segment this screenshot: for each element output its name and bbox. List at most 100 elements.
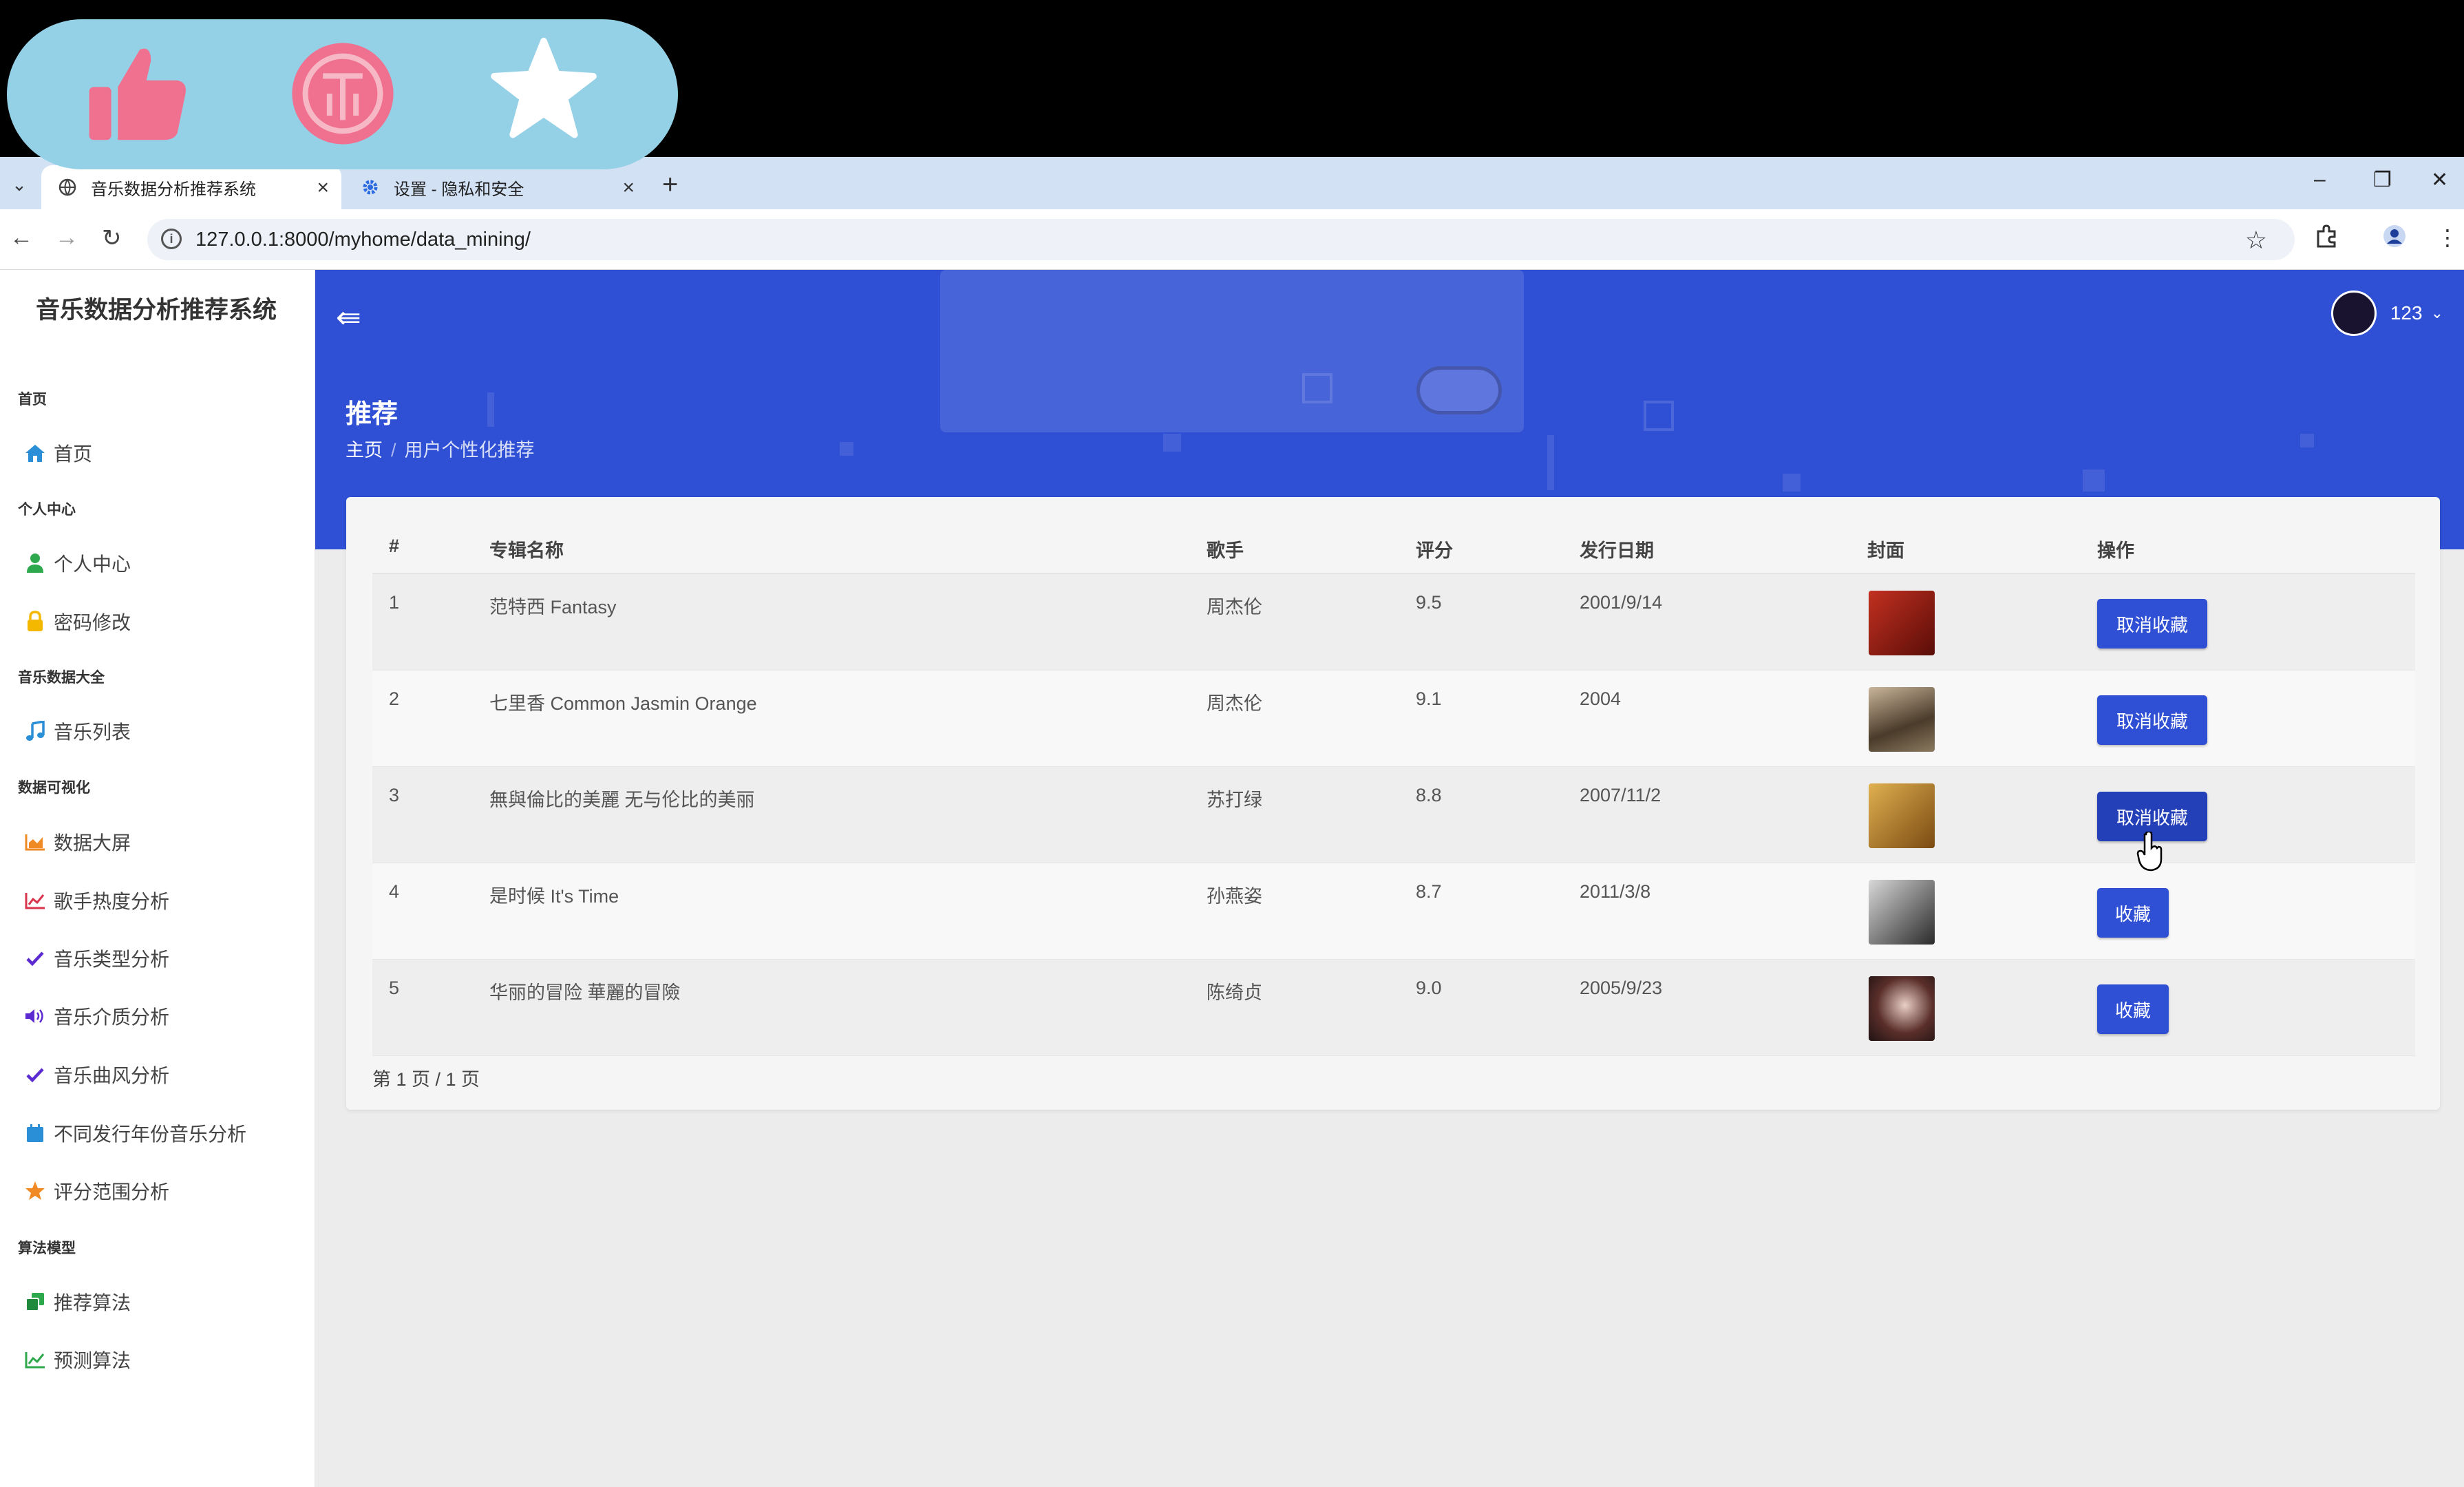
sidebar-item-label: 预测算法 — [54, 1350, 131, 1371]
sidebar-item-label: 音乐类型分析 — [54, 949, 170, 970]
sidebar-item-label: 个人中心 — [54, 553, 131, 575]
cell-score: 8.8 — [1416, 785, 1442, 805]
col-date: 发行日期 — [1580, 540, 1654, 561]
sidebar-item-release-year[interactable]: 不同发行年份音乐分析 — [22, 1116, 246, 1150]
section-algorithm: 算法模型 — [18, 1241, 76, 1256]
col-action: 操作 — [2097, 540, 2134, 561]
minimize-button[interactable]: – — [2314, 168, 2326, 191]
sidebar-item-label: 音乐列表 — [54, 721, 131, 743]
avatar — [2330, 291, 2377, 336]
sidebar-item-profile[interactable]: 个人中心 — [22, 546, 131, 580]
clone-icon — [22, 1290, 48, 1314]
hand-cursor-icon — [2136, 832, 2163, 872]
col-index: # — [389, 536, 400, 556]
music-icon — [22, 719, 48, 743]
album-cover — [1869, 976, 1935, 1041]
sidebar: 音乐数据分析推荐系统 首页 首页 个人中心 个人中心 密码修改 音乐数据大全 音… — [0, 270, 315, 1487]
cell-date: 2001/9/14 — [1580, 592, 1663, 613]
sidebar-item-label: 密码修改 — [54, 612, 131, 633]
cell-score: 9.1 — [1416, 688, 1442, 709]
address-bar[interactable]: i 127.0.0.1:8000/myhome/data_mining/ ☆ — [147, 219, 2295, 260]
sidebar-item-music-list[interactable]: 音乐列表 — [22, 714, 131, 748]
breadcrumb-home[interactable]: 主页 — [346, 440, 383, 461]
extensions-icon[interactable] — [2315, 224, 2339, 253]
col-cover: 封面 — [1867, 540, 1904, 561]
uncollect-button[interactable]: 取消收藏 — [2097, 695, 2207, 745]
line-chart-icon — [22, 889, 48, 912]
profile-icon[interactable] — [2383, 224, 2406, 253]
user-menu[interactable]: 123 ⌄ — [2330, 291, 2443, 336]
table-row: 1 范特西 Fantasy 周杰伦 9.5 2001/9/14 取消收藏 — [372, 574, 2415, 671]
star-icon — [22, 1179, 48, 1203]
sidebar-item-predict-algo[interactable]: 预测算法 — [22, 1342, 131, 1377]
reload-icon[interactable]: ↻ — [102, 224, 122, 252]
collect-button[interactable]: 收藏 — [2097, 888, 2169, 938]
tab-music-system[interactable]: 音乐数据分析推荐系统 × — [41, 165, 341, 209]
section-visualization: 数据可视化 — [18, 780, 90, 796]
tab-search-button[interactable]: ⌄ — [4, 169, 34, 200]
close-tab-icon[interactable]: × — [622, 176, 635, 200]
chevron-down-icon: ⌄ — [2430, 304, 2443, 321]
back-icon[interactable]: ← — [10, 224, 33, 251]
uncollect-button[interactable]: 取消收藏 — [2097, 599, 2207, 648]
site-info-icon[interactable]: i — [161, 229, 182, 249]
recommend-card: # 专辑名称 歌手 评分 发行日期 封面 操作 1 范特西 Fantasy 周杰… — [346, 497, 2440, 1110]
cell-index: 4 — [389, 881, 400, 902]
url-text[interactable]: 127.0.0.1:8000/myhome/data_mining/ — [195, 229, 531, 251]
thumbs-up-icon[interactable] — [83, 39, 193, 149]
cell-singer: 孙燕姿 — [1207, 886, 1262, 907]
sidebar-item-label: 推荐算法 — [54, 1292, 131, 1314]
user-icon — [22, 551, 48, 575]
sidebar-item-music-medium[interactable]: 音乐介质分析 — [22, 999, 169, 1033]
table-row: 5 华丽的冒险 華麗的冒險 陈绮贞 9.0 2005/9/23 收藏 — [372, 960, 2415, 1056]
cell-index: 1 — [389, 592, 400, 613]
sidebar-item-label: 音乐介质分析 — [54, 1006, 170, 1028]
collect-button[interactable]: 收藏 — [2097, 984, 2169, 1034]
bookmark-star-icon[interactable]: ☆ — [2245, 226, 2267, 255]
menu-icon[interactable]: ⋮ — [2436, 224, 2458, 251]
reaction-overlay — [7, 19, 678, 169]
breadcrumb-current: 用户个性化推荐 — [404, 440, 535, 461]
check-icon — [22, 947, 48, 970]
line-chart-icon — [22, 1348, 48, 1371]
new-tab-button[interactable]: + — [662, 169, 678, 200]
sidebar-item-music-type[interactable]: 音乐类型分析 — [22, 941, 169, 975]
sidebar-item-label: 不同发行年份音乐分析 — [54, 1124, 247, 1145]
col-singer: 歌手 — [1207, 540, 1244, 561]
sidebar-item-dashboard[interactable]: 数据大屏 — [22, 825, 131, 859]
collapse-sidebar-icon[interactable]: ⇚ — [336, 300, 361, 335]
album-cover — [1869, 783, 1935, 848]
close-tab-icon[interactable]: × — [317, 176, 329, 200]
star-icon[interactable] — [489, 34, 599, 145]
tab-title: 音乐数据分析推荐系统 — [91, 180, 256, 199]
album-cover — [1869, 687, 1935, 752]
sidebar-item-password[interactable]: 密码修改 — [22, 604, 131, 639]
brand-title: 音乐数据分析推荐系统 — [36, 297, 277, 324]
sidebar-item-home[interactable]: 首页 — [22, 436, 92, 470]
cell-date: 2007/11/2 — [1580, 785, 1661, 805]
cell-score: 9.0 — [1416, 978, 1442, 998]
sidebar-item-label: 评分范围分析 — [54, 1181, 170, 1203]
sidebar-item-singer-heat[interactable]: 歌手热度分析 — [22, 883, 169, 918]
album-cover — [1869, 591, 1935, 655]
sidebar-item-recommend-algo[interactable]: 推荐算法 — [22, 1285, 131, 1319]
forward-icon[interactable]: → — [55, 224, 78, 251]
cell-date: 2011/3/8 — [1580, 881, 1651, 902]
table-row: 2 七里香 Common Jasmin Orange 周杰伦 9.1 2004 … — [372, 671, 2415, 767]
check-icon — [22, 1063, 48, 1086]
cell-index: 2 — [389, 688, 400, 709]
pagination-text: 第 1 页 / 1 页 — [372, 1069, 480, 1090]
tab-title: 设置 - 隐私和安全 — [394, 180, 524, 199]
gear-icon — [361, 178, 380, 197]
sidebar-item-music-style[interactable]: 音乐曲风分析 — [22, 1057, 169, 1092]
browser-toolbar: ← → ↻ i 127.0.0.1:8000/myhome/data_minin… — [0, 209, 2464, 270]
restore-button[interactable]: ❐ — [2373, 168, 2392, 192]
cell-singer: 周杰伦 — [1207, 597, 1262, 618]
tab-settings[interactable]: 设置 - 隐私和安全 × — [344, 165, 647, 209]
sidebar-item-label: 音乐曲风分析 — [54, 1065, 170, 1086]
close-window-button[interactable]: ✕ — [2431, 168, 2448, 192]
breadcrumb-separator: / — [391, 440, 396, 461]
coin-icon[interactable] — [288, 39, 398, 149]
sidebar-item-score-range[interactable]: 评分范围分析 — [22, 1174, 169, 1208]
col-album: 专辑名称 — [489, 540, 564, 561]
